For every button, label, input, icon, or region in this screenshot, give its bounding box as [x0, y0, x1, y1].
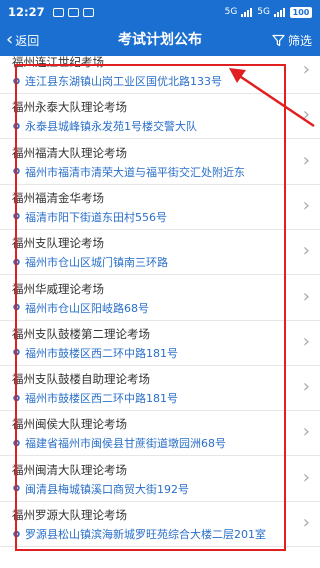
exam-site-name: 福州罗源大队理论考场 — [12, 508, 127, 522]
battery-icon: 100 — [290, 6, 312, 18]
exam-site-address: 福州市仓山区城门镇南三环路 — [25, 256, 168, 270]
nav-bar: ‹ 返回 考试计划公布 筛选 — [0, 24, 320, 56]
chevron-right-icon: › — [302, 149, 310, 171]
list-item[interactable]: 福州罗源大队理论考场罗源县松山镇滨海新城罗旺苑综合大楼二层201室 › — [0, 502, 320, 547]
exam-site-name: 福州支队鼓楼自助理论考场 — [12, 372, 150, 387]
exam-site-address: 永泰县城峰镇永发苑1号楼交警大队 — [25, 120, 197, 134]
exam-site-name: 福州支队理论考场 — [12, 236, 104, 251]
message-icon — [82, 7, 94, 17]
chevron-right-icon: › — [302, 240, 310, 262]
chevron-left-icon: ‹ — [6, 29, 14, 50]
list-item[interactable]: 福州支队鼓楼第二理论考场福州市鼓楼区西二环中路181号 › — [0, 320, 320, 366]
signal-type: 5G — [257, 7, 270, 17]
exam-site-list: 福州连江世纪考场 连江县东湖镇山岗工业区国优北路133号 › 福州永泰大队理论考场 永泰… — [0, 56, 320, 568]
chevron-right-icon: › — [302, 512, 310, 533]
location-pin-icon — [13, 303, 20, 311]
exam-site-address: 闽清县梅城镇溪口商贸大街192号 — [25, 482, 189, 496]
exam-site-name: 福州华威理论考场 — [12, 281, 104, 296]
location-pin-icon — [13, 394, 20, 401]
status-notification-icons — [52, 7, 94, 17]
chevron-right-icon: › — [302, 194, 310, 216]
list-item[interactable]: 福州永泰大队理论考场永泰县城峰镇永发苑1号楼交警大队 › — [0, 94, 320, 140]
location-pin-icon — [13, 258, 20, 265]
location-pin-icon — [13, 122, 20, 130]
list-item[interactable]: 福州支队理论考场福州市仓山区城门镇南三环路 › — [0, 230, 320, 276]
back-button[interactable]: ‹ 返回 — [6, 24, 39, 56]
exam-site-address-row: 福州市鼓楼区西二环中路181号 — [12, 345, 178, 361]
app-notification-icon — [67, 7, 79, 17]
list-item[interactable]: 福州福清大队理论考场福州市福清市清荣大道与福平街交汇处附近东 › — [0, 139, 320, 185]
list-item[interactable]: 福州华威理论考场福州市仓山区阳岐路68号 › — [0, 275, 320, 321]
exam-site-address-row: 福州市福清市清荣大道与福平街交汇处附近东 — [12, 164, 245, 180]
exam-site-address-row: 福清市阳下街道东田村556号 — [12, 209, 167, 225]
exam-site-address-row: 福州市仓山区城门镇南三环路 — [12, 254, 168, 270]
location-pin-icon — [13, 439, 20, 447]
chevron-right-icon: › — [302, 330, 310, 352]
exam-site-name: 福州闽侯大队理论考场 — [12, 417, 127, 432]
chevron-right-icon: › — [302, 466, 310, 488]
exam-site-address: 福州市仓山区阳岐路68号 — [25, 301, 149, 315]
filter-button[interactable]: 筛选 — [272, 24, 312, 56]
exam-site-address-row: 连江县东湖镇山岗工业区国优北路133号 — [12, 73, 222, 89]
list-item[interactable]: 福州闽清大队理论考场闽清县梅城镇溪口商贸大街192号 › — [0, 456, 320, 502]
exam-site-address: 福州市福清市清荣大道与福平街交汇处附近东 — [25, 165, 245, 179]
signal-icon-2 — [274, 7, 285, 17]
chevron-right-icon: › — [302, 104, 310, 126]
chevron-right-icon: › — [302, 421, 310, 443]
location-pin-icon — [13, 530, 20, 537]
exam-site-name: 福州连江世纪考场 — [12, 56, 104, 69]
chevron-right-icon: › — [302, 285, 310, 307]
status-time: 12:27 — [8, 5, 45, 19]
exam-site-address: 福州市鼓楼区西二环中路181号 — [25, 346, 178, 360]
exam-site-address: 连江县东湖镇山岗工业区国优北路133号 — [25, 75, 222, 88]
location-pin-icon — [13, 213, 20, 220]
notification-icon — [52, 7, 64, 17]
exam-site-address-row: 福州市鼓楼区西二环中路181号 — [12, 390, 178, 406]
list-item[interactable]: 福州闽侯大队理论考场福建省福州市闽侯县甘蔗街道墩园洲68号 › — [0, 411, 320, 457]
list-item[interactable]: 福州连江世纪考场连江县东湖镇山岗工业区国优北路133号 › — [0, 56, 320, 94]
exam-site-name: 福州永泰大队理论考场 — [12, 100, 127, 115]
exam-site-address-row: 福州市仓山区阳岐路68号 — [12, 300, 149, 316]
exam-site-address-row: 永泰县城峰镇永发苑1号楼交警大队 — [12, 118, 197, 134]
network-type: 5G — [224, 7, 238, 17]
exam-site-address: 福清市阳下街道东田村556号 — [25, 210, 167, 224]
location-pin-icon — [13, 484, 20, 492]
signal-icon — [241, 7, 253, 17]
status-right-group: 5G 5G 100 — [224, 6, 312, 18]
exam-site-name: 福州福清金华考场 — [12, 190, 104, 205]
list-item[interactable]: 福州福清金华考场福清市阳下街道东田村556号 › — [0, 184, 320, 230]
exam-site-name: 福州福清大队理论考场 — [12, 145, 127, 160]
exam-site-address: 福州市鼓楼区西二环中路181号 — [25, 392, 178, 406]
exam-site-address-row: 闽清县梅城镇溪口商贸大街192号 — [12, 481, 189, 497]
exam-site-name: 福州支队鼓楼第二理论考场 — [12, 326, 150, 341]
exam-site-address: 福建省福州市闽侯县甘蔗街道墩园洲68号 — [25, 437, 226, 451]
filter-icon — [272, 34, 285, 46]
exam-site-address-row: 福建省福州市闽侯县甘蔗街道墩园洲68号 — [12, 435, 226, 451]
location-pin-icon — [13, 77, 20, 84]
location-pin-icon — [13, 167, 20, 175]
exam-site-name: 福州闽清大队理论考场 — [12, 462, 127, 477]
location-pin-icon — [13, 349, 20, 356]
back-label: 返回 — [15, 33, 40, 48]
status-bar: 12:27 5G 5G 100 — [0, 0, 320, 24]
chevron-right-icon: › — [302, 376, 310, 398]
exam-site-address-row: 罗源县松山镇滨海新城罗旺苑综合大楼二层201室 — [12, 526, 266, 542]
exam-site-address: 罗源县松山镇滨海新城罗旺苑综合大楼二层201室 — [25, 528, 266, 541]
filter-label: 筛选 — [287, 33, 312, 48]
chevron-right-icon: › — [302, 59, 310, 80]
list-item[interactable]: 福州支队鼓楼自助理论考场福州市鼓楼区西二环中路181号 › — [0, 366, 320, 412]
